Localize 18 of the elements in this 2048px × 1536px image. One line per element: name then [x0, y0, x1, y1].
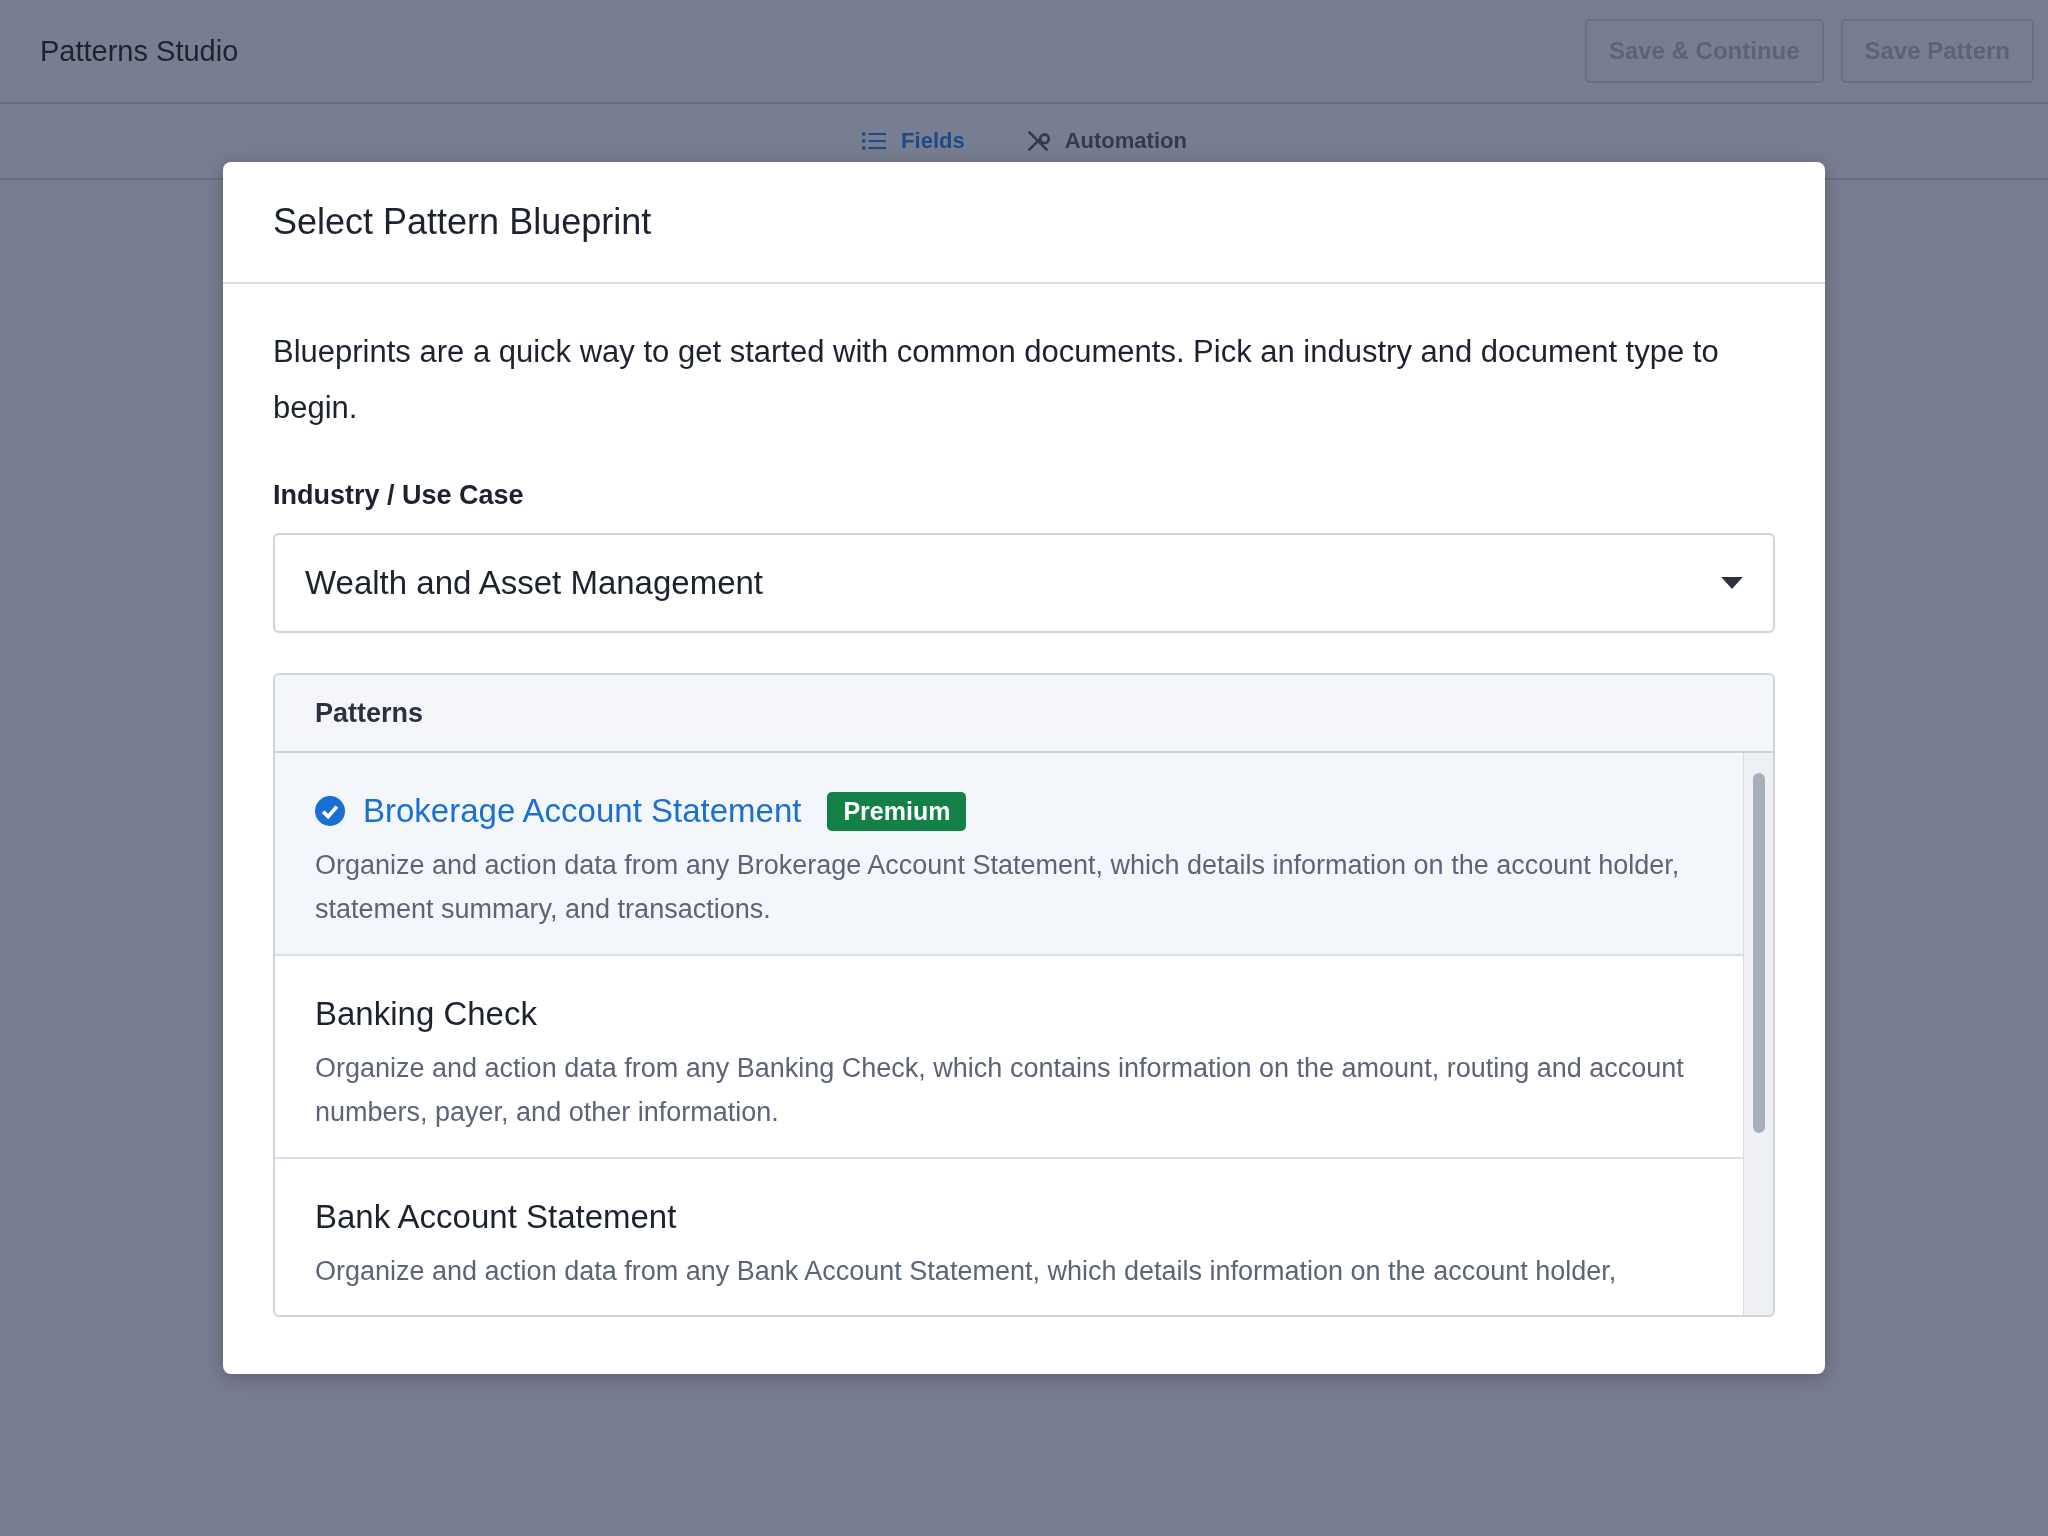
pattern-title: Bank Account Statement: [315, 1198, 677, 1236]
dialog-title: Select Pattern Blueprint: [273, 201, 652, 243]
pattern-description: Organize and action data from any Brokerage Account Statement, which details information on the account holder, statement summary, and transactions.: [315, 849, 1681, 926]
pattern-title: Brokerage Account Statement: [363, 792, 802, 830]
check-icon: [315, 796, 345, 826]
intro-text: Blueprints are a quick way to get started with common documents. Pick an industry and document type to begin.: [273, 333, 1720, 427]
tab[interactable]: Automation: [1024, 128, 1187, 154]
pattern-item[interactable]: Brokerage Account Statement Premium Organize and action data from any Brokerage Account Statement, which details information on the account holder, statement summary, and transactions.: [275, 753, 1743, 956]
app-title: Patterns Studio: [40, 34, 239, 68]
field-label: Industry / Use Case: [273, 480, 525, 511]
pattern-title: Banking Check: [315, 995, 537, 1033]
caret-icon: [1721, 576, 1743, 590]
industry-select[interactable]: Wealth and Asset Management: [273, 533, 1775, 633]
panel-heading: Patterns: [315, 697, 424, 729]
pattern-description: Organize and action data from any Banking Check, which contains information on the amount, routing and account numbers, payer, and other information.: [315, 1052, 1685, 1129]
pattern-description: Organize and action data from any Bank Account Statement, which details information on the account holder,: [315, 1255, 1618, 1288]
premium-badge: Premium: [827, 791, 967, 831]
scrollbar[interactable]: [1743, 753, 1773, 1315]
